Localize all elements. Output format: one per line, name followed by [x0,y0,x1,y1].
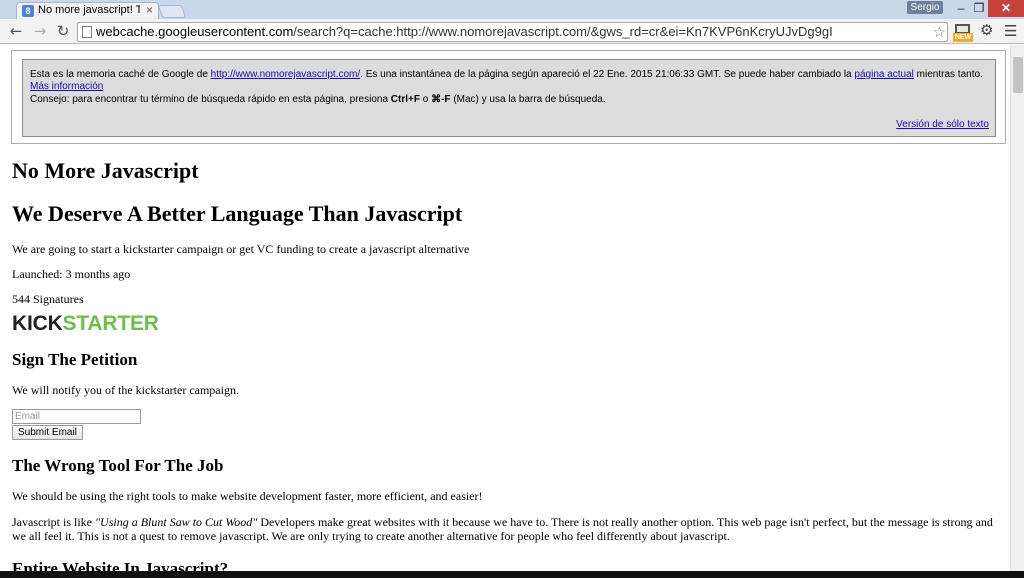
tab-close-icon[interactable]: × [146,3,153,17]
new-tab-button[interactable] [157,5,187,18]
wrong-tool-heading: The Wrong Tool For The Job [12,456,224,475]
close-window-button[interactable]: ✕ [988,0,1024,17]
intro-text: We are going to start a kickstarter camp… [12,242,470,256]
cache-info-prefix: Esta es la memoria caché de Google de [30,69,211,80]
kickstarter-logo: KICKSTARTER [12,312,1008,335]
email-field[interactable] [12,409,141,424]
taskbar-edge [0,571,1024,578]
logo-starter: STARTER [62,312,159,335]
tip-key-cmd: ⌘-F [431,94,451,105]
tip-suffix: (Mac) y usa la barra de búsqueda. [450,94,606,105]
js-analogy-text: Javascript is like "Using a Blunt Saw to… [12,515,1008,543]
submit-email-button[interactable]: Submit Email [12,425,83,440]
text-only-link[interactable]: Versión de sólo texto [896,119,989,131]
petition-heading: Sign The Petition [12,350,138,369]
tip-prefix: Consejo: para encontrar tu término de bú… [30,94,391,105]
search-tip: Consejo: para encontrar tu término de bú… [30,94,988,106]
cache-info-suffix: mientras tanto. [913,69,983,80]
tip-key-ctrl: Ctrl+F [390,94,420,105]
url-path: /search?q=cache:http://www.nomorejavascr… [293,24,833,39]
launched-text: Launched: 3 months ago [12,267,131,281]
menu-icon[interactable]: ☰ [1004,22,1017,40]
page-subtitle: We Deserve A Better Language Than Javasc… [12,201,463,226]
extension-new-badge: NEW [953,33,973,42]
signature-count: 544 Signatures [12,292,84,306]
tab-strip: 8 No more javascript! This p × Sergio – … [0,0,1024,19]
minimize-button[interactable]: – [952,0,970,17]
more-info-link[interactable]: Más información [30,81,103,92]
logo-kick: KICK [12,312,63,335]
scrollbar-thumb[interactable] [1013,57,1023,93]
page-viewport: Esta es la memoria caché de Google de ht… [0,45,1024,572]
address-url[interactable]: webcache.googleusercontent.com/search?q=… [96,24,833,39]
cached-url-link[interactable]: http://www.nomorejavascript.com/ [211,69,361,80]
screen-capture-icon[interactable]: NEW [953,24,973,42]
tab-title: No more javascript! This p [38,4,140,16]
page-content: No More Javascript We Deserve A Better L… [12,158,1008,572]
google-favicon-icon: 8 [22,5,34,17]
right-tools-text: We should be using the right tools to ma… [12,489,483,503]
current-page-link[interactable]: página actual [854,69,914,80]
maximize-button[interactable]: ❐ [970,0,988,17]
forward-arrow-icon[interactable]: → [31,22,49,40]
star-icon[interactable]: ☆ [933,23,946,41]
cache-banner: Esta es la memoria caché de Google de ht… [11,50,1006,144]
vertical-scrollbar[interactable] [1010,45,1024,572]
cache-info-middle: . Es una instantánea de la página según … [360,69,855,80]
js-like-quote: "Using a Blunt Saw to Cut Wood" [94,515,258,529]
address-bar[interactable]: webcache.googleusercontent.com/search?q=… [77,22,948,42]
back-arrow-icon[interactable]: ← [7,22,25,40]
tip-or: o [419,94,432,105]
url-host: webcache.googleusercontent.com [96,24,294,39]
page-title: No More Javascript [12,158,199,183]
browser-tab[interactable]: 8 No more javascript! This p × [16,2,159,19]
notify-text: We will notify you of the kickstarter ca… [12,383,239,397]
gear-icon[interactable]: ⚙ [980,21,993,39]
js-like-prefix: Javascript is like [12,515,95,529]
page-icon [82,26,92,38]
profile-button[interactable]: Sergio [907,1,943,14]
browser-toolbar: ← → ↻ webcache.googleusercontent.com/sea… [0,19,1024,44]
cache-info-line: Esta es la memoria caché de Google de ht… [30,69,988,93]
reload-icon[interactable]: ↻ [54,22,72,40]
cache-banner-box: Esta es la memoria caché de Google de ht… [22,59,996,137]
